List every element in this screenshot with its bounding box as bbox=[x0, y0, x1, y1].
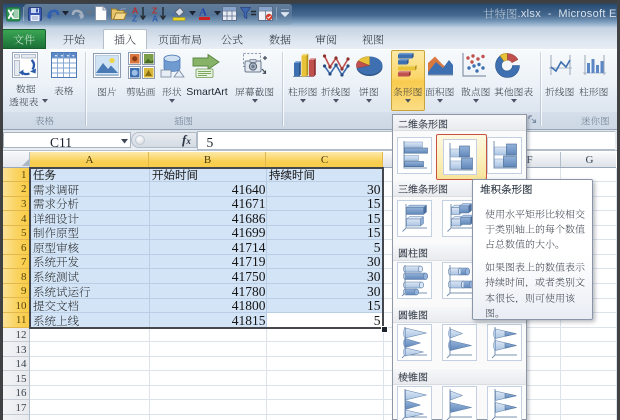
svg-text:A: A bbox=[152, 14, 158, 23]
svg-text:A: A bbox=[199, 7, 207, 19]
svg-text:Z: Z bbox=[132, 14, 137, 23]
